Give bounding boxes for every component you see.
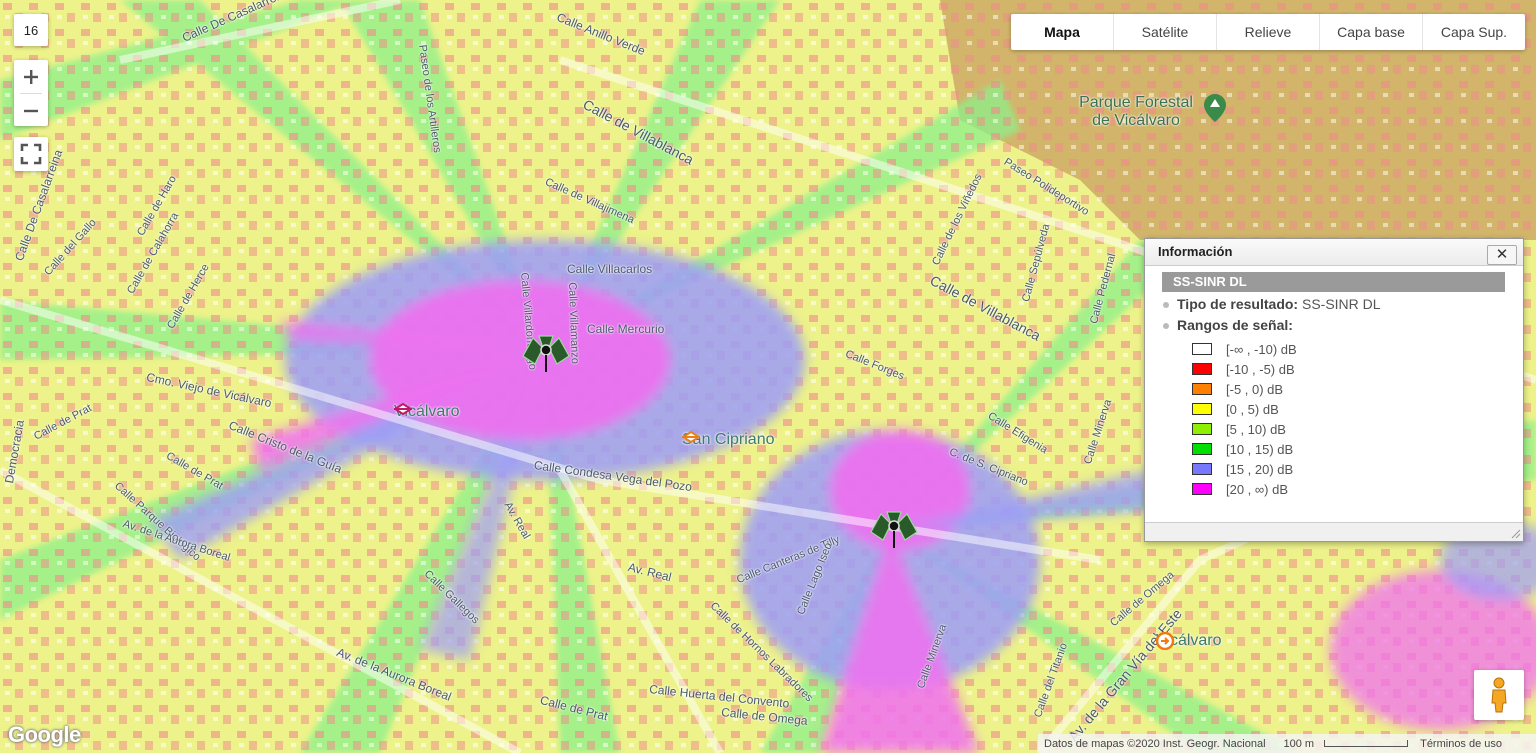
legend-swatch — [1192, 483, 1212, 495]
close-button[interactable]: ✕ — [1487, 245, 1517, 265]
legend-swatch — [1192, 343, 1212, 355]
zoom-controls — [14, 60, 48, 126]
legend-item: [0 , 5) dB — [1192, 399, 1297, 419]
scale-indicator[interactable]: 100 m — [1272, 738, 1415, 750]
place-label[interactable]: Vicálvaro — [1156, 632, 1230, 650]
google-logo[interactable]: Google — [8, 722, 81, 748]
map-type-capa-sup[interactable]: Capa Sup. — [1423, 14, 1525, 50]
legend-item: [5 , 10) dB — [1192, 419, 1297, 439]
info-window: Información ✕ SS-SINR DL Tipo de resulta… — [1144, 238, 1524, 542]
legend-swatch — [1192, 443, 1212, 455]
fullscreen-button[interactable] — [14, 137, 48, 171]
result-type-row: Tipo de resultado: SS-SINR DL — [1163, 296, 1381, 312]
map-type-mapa[interactable]: Mapa — [1011, 14, 1114, 50]
legend-swatch — [1192, 363, 1212, 375]
pegman-icon — [1491, 677, 1507, 713]
legend-swatch — [1192, 463, 1212, 475]
map-type-satelite[interactable]: Satélite — [1114, 14, 1217, 50]
legend-item: [20 , ∞) dB — [1192, 479, 1297, 499]
map-type-control: Mapa Satélite Relieve Capa base Capa Sup… — [1011, 14, 1525, 50]
signal-ranges-row: Rangos de señal: — [1163, 317, 1293, 333]
attribution-text[interactable]: Datos de mapas ©2020 Inst. Geogr. Nacion… — [1038, 738, 1272, 750]
map-type-relieve[interactable]: Relieve — [1217, 14, 1320, 50]
street-label: Calle Villacarlos — [567, 262, 653, 276]
legend-swatch — [1192, 383, 1212, 395]
zoom-in-button[interactable] — [14, 60, 48, 93]
info-window-title: Información — [1158, 244, 1233, 259]
zoom-out-button[interactable] — [14, 94, 48, 127]
place-label[interactable]: Vicálvaro — [394, 403, 468, 421]
info-window-header[interactable]: Información ✕ — [1145, 239, 1523, 266]
bullet-icon — [1163, 302, 1169, 309]
scale-bar — [1324, 740, 1409, 748]
minus-icon — [24, 109, 38, 112]
legend-item: [-∞ , -10) dB — [1192, 339, 1297, 359]
plus-icon — [24, 69, 38, 84]
legend-swatch — [1192, 423, 1212, 435]
map-type-capa-base[interactable]: Capa base — [1320, 14, 1423, 50]
bullet-icon — [1163, 323, 1169, 330]
map-attribution-bar: Datos de mapas ©2020 Inst. Geogr. Nacion… — [1038, 734, 1536, 753]
street-label: Calle Mercurio — [587, 322, 665, 336]
place-label[interactable]: San Cipriano — [682, 431, 783, 449]
legend-item: [-5 , 0) dB — [1192, 379, 1297, 399]
legend-swatch — [1192, 403, 1212, 415]
signal-legend: [-∞ , -10) dB [-10 , -5) dB [-5 , 0) dB … — [1192, 339, 1297, 499]
resize-grip-icon[interactable] — [1509, 527, 1521, 539]
legend-item: [-10 , -5) dB — [1192, 359, 1297, 379]
fullscreen-icon — [20, 143, 42, 165]
result-band: SS-SINR DL — [1162, 272, 1505, 292]
legend-item: [10 , 15) dB — [1192, 439, 1297, 459]
zoom-level-display: 16 — [14, 14, 48, 46]
info-window-footer — [1145, 522, 1523, 541]
legend-item: [15 , 20) dB — [1192, 459, 1297, 479]
place-label[interactable]: Parque Forestal de Vicálvaro — [1076, 94, 1226, 130]
street-view-button[interactable] — [1474, 670, 1524, 720]
terms-link[interactable]: Términos de uso — [1414, 738, 1508, 750]
